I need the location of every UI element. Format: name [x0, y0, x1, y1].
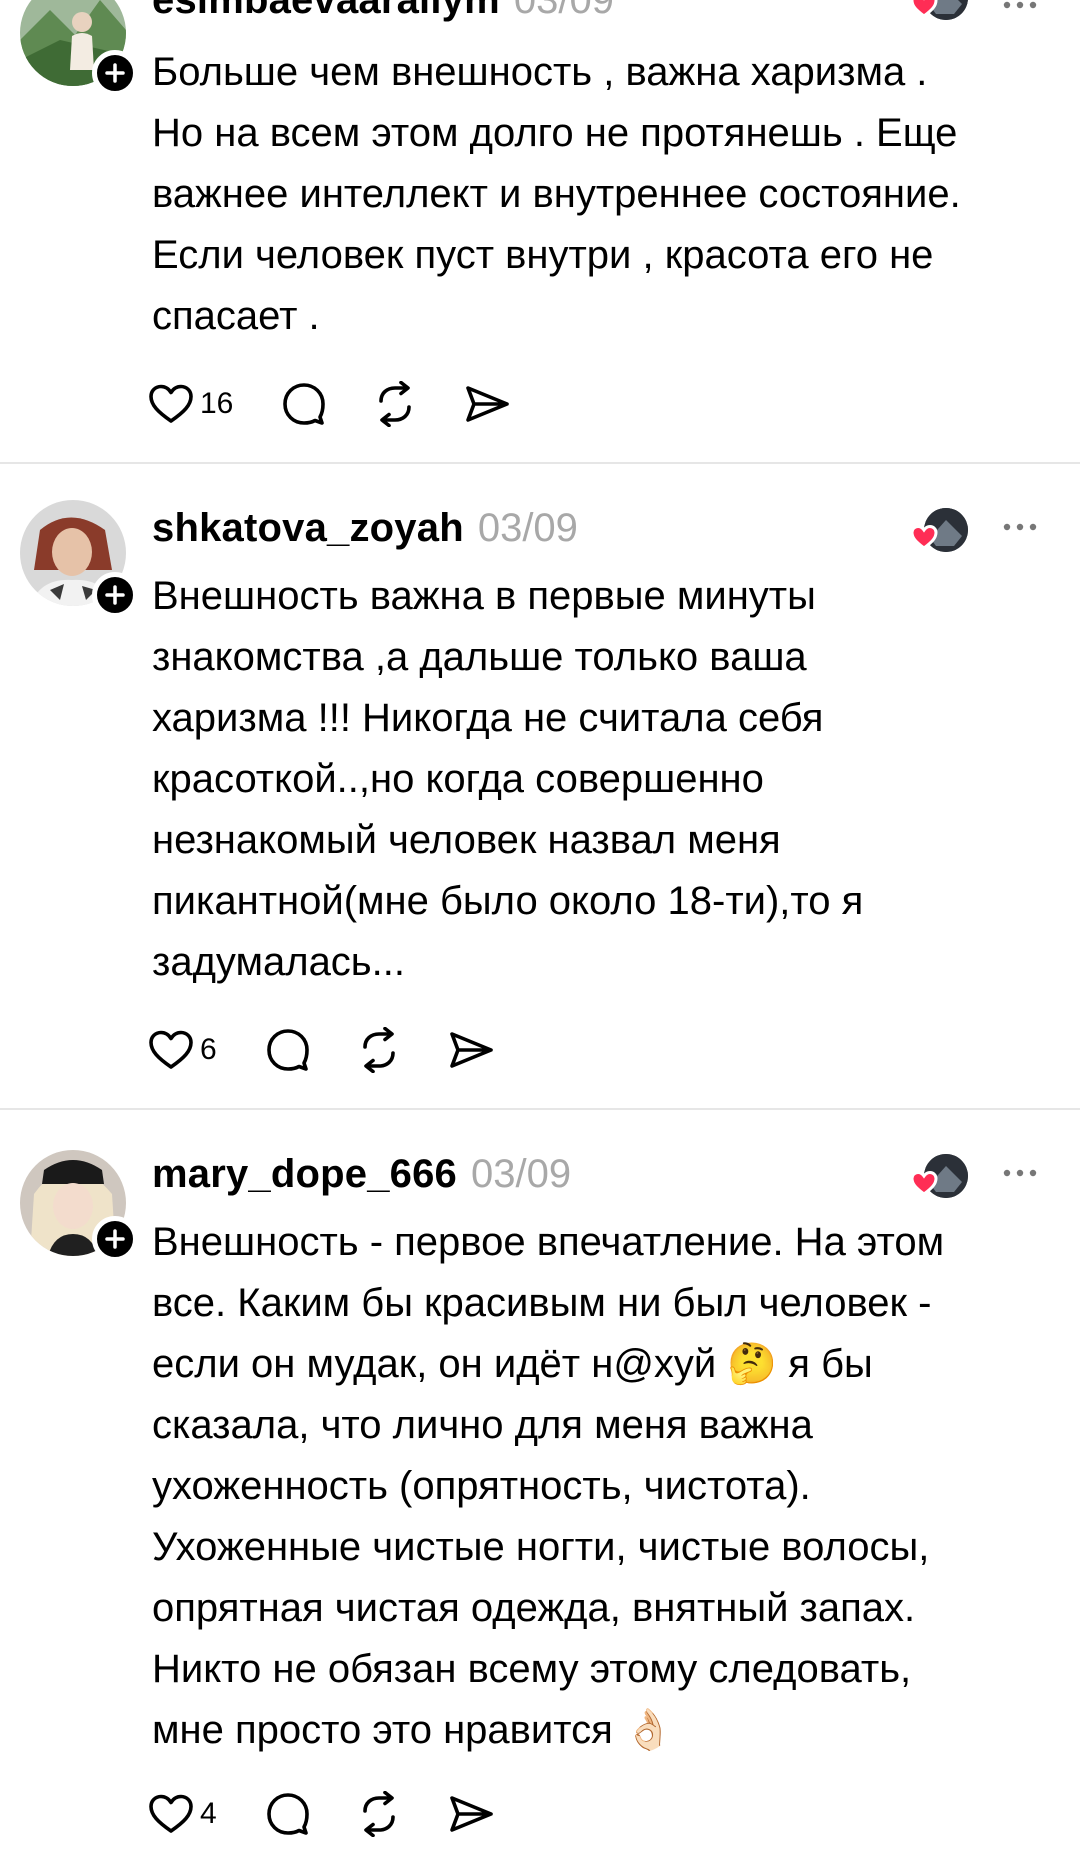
text-line: если он мудак, он идёт н@хуй 🤔 я бы	[152, 1342, 873, 1386]
text-line: Внешность - первое впечатление. На этом	[152, 1220, 945, 1264]
more-horizontal-icon	[1003, 1169, 1037, 1177]
speech-bubble-icon	[266, 1029, 309, 1071]
action-bar: 4	[148, 1790, 495, 1838]
like-button[interactable]: 4	[148, 1790, 217, 1838]
post-date: 03/09	[471, 1152, 572, 1196]
text-line: ухоженность (опрятность, чистота).	[152, 1464, 811, 1508]
text-line: Никто не обязан всему этому следовать,	[152, 1647, 912, 1691]
repost-arrows-icon	[379, 381, 412, 427]
text-line: харизма !!! Никогда не считала себя	[152, 696, 824, 740]
liked-by-indicator[interactable]	[910, 508, 968, 558]
send-arrow-icon	[449, 1032, 493, 1068]
plus-icon	[105, 585, 125, 605]
post-text: Внешность важна в первые минуты знакомст…	[152, 566, 1052, 993]
post-date: 03/09	[477, 506, 578, 550]
heart-outline-icon	[149, 384, 193, 423]
text-line: Если человек пуст внутри , красота его н…	[152, 233, 934, 277]
post-text: Внешность - первое впечатление. На этом …	[152, 1212, 1052, 1761]
repost-button[interactable]	[355, 1790, 403, 1838]
text-line: красоткой..,но когда совершенно	[152, 757, 764, 801]
plus-icon	[105, 63, 125, 83]
send-arrow-icon	[466, 386, 510, 422]
text-line: незнакомый человек назвал меня	[152, 818, 781, 862]
share-button[interactable]	[463, 380, 511, 428]
like-count: 16	[200, 387, 234, 420]
thread-post: mary_dope_666 03/09 Внешность - первое в…	[0, 1146, 1080, 1854]
speech-bubble-icon	[283, 383, 326, 425]
like-button[interactable]: 6	[148, 1026, 217, 1074]
repost-arrows-icon	[362, 1791, 395, 1837]
reply-button[interactable]	[265, 1026, 311, 1074]
thread-post: esimbaevaaraiiym 03/09 Больше чем внешно…	[0, 0, 1080, 440]
username[interactable]: shkatova_zoyah	[152, 506, 464, 551]
thread-post: shkatova_zoyah 03/09 Внешность важна в п…	[0, 500, 1080, 1100]
text-line: задумалась...	[152, 940, 405, 984]
text-line: пикантной(мне было около 18-ти),то я	[152, 879, 864, 923]
text-line: спасает .	[152, 294, 320, 338]
username[interactable]: mary_dope_666	[152, 1152, 457, 1197]
text-line: опрятная чистая одежда, внятный запах.	[152, 1586, 916, 1630]
reply-button[interactable]	[281, 380, 327, 428]
text-line: все. Каким бы красивым ни был человек -	[152, 1281, 932, 1325]
follow-button[interactable]	[92, 50, 138, 96]
liked-by-indicator[interactable]	[910, 0, 968, 26]
repost-button[interactable]	[355, 1026, 403, 1074]
action-bar: 16	[148, 380, 511, 428]
more-horizontal-icon	[1003, 1, 1037, 9]
more-options-button[interactable]	[1000, 0, 1040, 20]
action-bar: 6	[148, 1026, 495, 1074]
share-button[interactable]	[447, 1790, 495, 1838]
text-line: Внешность важна в первые минуты	[152, 574, 816, 618]
heart-filled-icon	[910, 0, 938, 18]
reply-button[interactable]	[265, 1790, 311, 1838]
send-arrow-icon	[449, 1796, 493, 1832]
follow-button[interactable]	[92, 1216, 138, 1262]
text-line: Больше чем внешность , важна харизма .	[152, 50, 928, 94]
repost-arrows-icon	[362, 1027, 395, 1073]
more-horizontal-icon	[1003, 523, 1037, 531]
post-divider	[0, 1108, 1080, 1110]
follow-button[interactable]	[92, 572, 138, 618]
text-line: мне просто это нравится 👌🏻	[152, 1708, 674, 1752]
text-line: сказала, что лично для меня важна	[152, 1403, 813, 1447]
heart-outline-icon	[149, 1794, 193, 1833]
text-line: Ухоженные чистые ногти, чистые волосы,	[152, 1525, 930, 1569]
username[interactable]: esimbaevaaraiiym	[152, 0, 500, 23]
plus-icon	[105, 1229, 125, 1249]
post-date: 03/09	[513, 0, 614, 22]
share-button[interactable]	[447, 1026, 495, 1074]
repost-button[interactable]	[371, 380, 419, 428]
post-divider	[0, 462, 1080, 464]
text-line: Но на всем этом долго не протянешь . Еще	[152, 111, 958, 155]
heart-outline-icon	[149, 1030, 193, 1069]
heart-filled-icon	[910, 524, 938, 550]
like-button[interactable]: 16	[148, 380, 233, 428]
liked-by-indicator[interactable]	[910, 1154, 968, 1204]
text-line: важнее интеллект и внутреннее состояние.	[152, 172, 961, 216]
like-count: 4	[200, 1797, 217, 1830]
text-line: знакомства ,а дальше только ваша	[152, 635, 807, 679]
post-text: Больше чем внешность , важна харизма . Н…	[152, 42, 1052, 347]
speech-bubble-icon	[266, 1793, 309, 1835]
heart-filled-icon	[910, 1170, 938, 1196]
like-count: 6	[200, 1033, 217, 1066]
more-options-button[interactable]	[1000, 512, 1040, 542]
more-options-button[interactable]	[1000, 1158, 1040, 1188]
